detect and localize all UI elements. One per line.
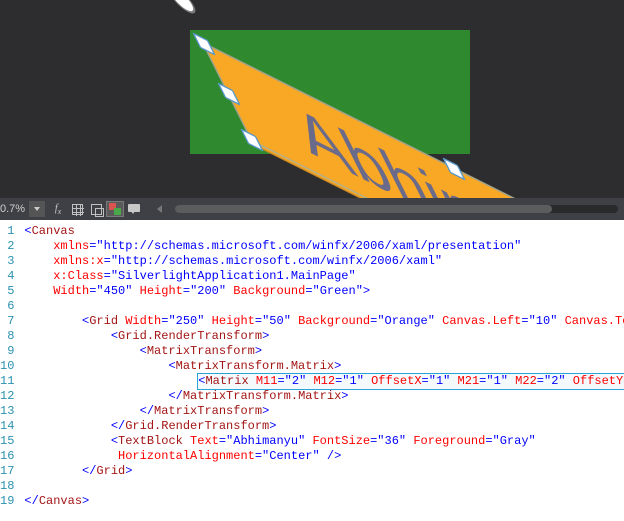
code-line: <Grid Width="250" Height="50" Background… <box>24 314 624 329</box>
line-number: 8 <box>0 329 14 344</box>
line-number: 15 <box>0 434 14 449</box>
scroll-left-button[interactable] <box>150 201 168 217</box>
chevron-down-icon <box>34 207 40 211</box>
code-text-area[interactable]: <Canvas xmlns="http://schemas.microsoft.… <box>20 220 624 521</box>
line-number: 3 <box>0 254 14 269</box>
grid-button-1[interactable] <box>68 201 86 217</box>
line-number: 2 <box>0 239 14 254</box>
resize-handle-nw[interactable] <box>192 32 216 56</box>
code-line: </MatrixTransform> <box>24 404 624 419</box>
code-line: </MatrixTransform.Matrix> <box>24 389 624 404</box>
designer-surface[interactable]: Abhimanyu 0.7% fx <box>0 0 624 220</box>
line-number: 6 <box>0 299 14 314</box>
grid-icon <box>72 204 83 215</box>
zoom-dropdown-button[interactable] <box>29 201 45 217</box>
code-line: HorizontalAlignment="Center" /> <box>24 449 624 464</box>
line-number: 1 <box>0 224 14 239</box>
comment-button[interactable] <box>125 201 143 217</box>
line-number: 17 <box>0 464 14 479</box>
code-line: <Canvas <box>24 224 624 239</box>
code-line: <MatrixTransform> <box>24 344 624 359</box>
selection-adorner[interactable] <box>201 41 624 220</box>
line-number: 14 <box>0 419 14 434</box>
designer-toolbar: 0.7% fx <box>0 198 624 220</box>
code-line: xmlns:x="http://schemas.microsoft.com/wi… <box>24 254 624 269</box>
preview-canvas: Abhimanyu <box>190 30 470 154</box>
overlay-grid-icon <box>91 204 102 215</box>
snap-icon <box>109 203 121 215</box>
grid-button-2[interactable] <box>87 201 105 217</box>
code-line: <MatrixTransform.Matrix> <box>24 359 624 374</box>
line-number: 16 <box>0 449 14 464</box>
code-line: x:Class="SilverlightApplication1.MainPag… <box>24 269 624 284</box>
code-line: <Matrix M11="2" M12="1" OffsetX="1" M21=… <box>24 374 624 389</box>
rotate-handle-icon[interactable] <box>164 0 200 18</box>
code-line: </Canvas> <box>24 494 624 509</box>
effects-button[interactable]: fx <box>49 201 67 217</box>
code-line: xmlns="http://schemas.microsoft.com/winf… <box>24 239 624 254</box>
code-highlight: <Matrix M11="2" M12="1" OffsetX="1" M21=… <box>197 373 624 390</box>
code-line: </Grid.RenderTransform> <box>24 419 624 434</box>
line-number: 13 <box>0 404 14 419</box>
horizontal-scrollbar[interactable] <box>175 205 618 213</box>
code-line: <Grid.RenderTransform> <box>24 329 624 344</box>
code-line: Width="450" Height="200" Background="Gre… <box>24 284 624 299</box>
code-line <box>24 479 624 494</box>
resize-handle-sw[interactable] <box>240 128 264 152</box>
line-number: 19 <box>0 494 14 509</box>
line-number-gutter: 1 2 3 4 5 6 7 8 9 10 11 12 13 14 15 16 1… <box>0 220 20 521</box>
line-number: 5 <box>0 284 14 299</box>
line-number: 18 <box>0 479 14 494</box>
resize-handle-n[interactable] <box>442 157 466 181</box>
zoom-level-label: 0.7% <box>0 203 29 215</box>
line-number: 4 <box>0 269 14 284</box>
line-number: 7 <box>0 314 14 329</box>
speech-bubble-icon <box>128 204 140 214</box>
resize-handle-w[interactable] <box>217 82 241 106</box>
triangle-left-icon <box>157 205 162 213</box>
code-line <box>24 299 624 314</box>
snap-button[interactable] <box>106 201 124 217</box>
line-number: 11 <box>0 374 14 389</box>
scrollbar-thumb[interactable] <box>175 205 551 213</box>
code-editor[interactable]: 1 2 3 4 5 6 7 8 9 10 11 12 13 14 15 16 1… <box>0 220 624 521</box>
code-line: <TextBlock Text="Abhimanyu" FontSize="36… <box>24 434 624 449</box>
fx-icon: fx <box>55 203 61 216</box>
code-line: </Grid> <box>24 464 624 479</box>
line-number: 12 <box>0 389 14 404</box>
line-number: 10 <box>0 359 14 374</box>
line-number: 9 <box>0 344 14 359</box>
